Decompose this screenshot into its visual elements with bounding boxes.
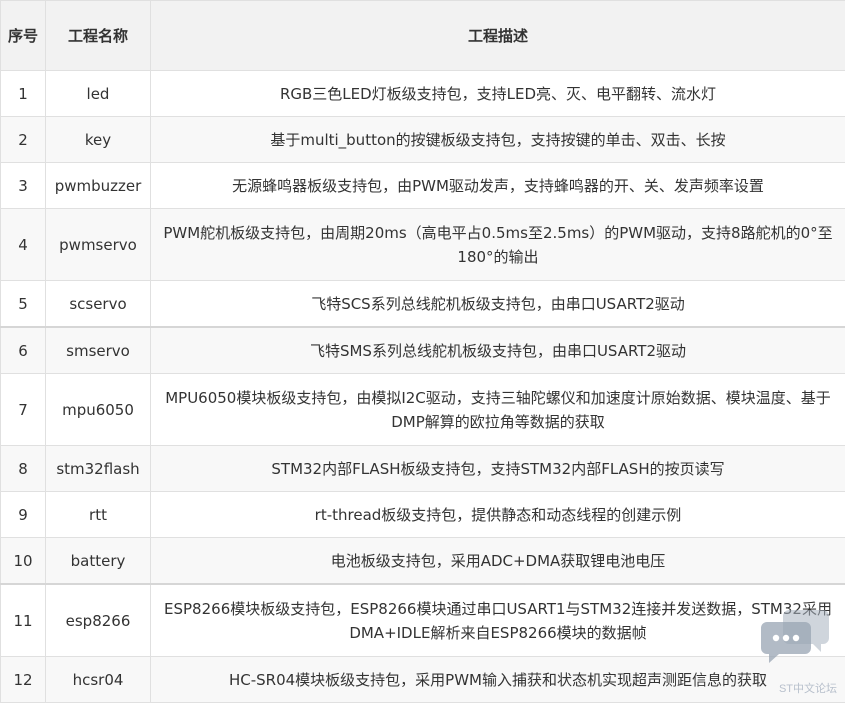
table-row: 6 smservo 飞特SMS系列总线舵机板级支持包，由串口USART2驱动 (1, 327, 845, 374)
project-name: battery (46, 538, 151, 585)
table-row: 2 key 基于multi_button的按键板级支持包，支持按键的单击、双击、… (1, 117, 845, 163)
table-row: 3 pwmbuzzer 无源蜂鸣器板级支持包，由PWM驱动发声，支持蜂鸣器的开、… (1, 163, 845, 209)
project-name: pwmbuzzer (46, 163, 151, 209)
table-row: 5 scservo 飞特SCS系列总线舵机板级支持包，由串口USART2驱动 (1, 281, 845, 328)
project-description: 飞特SCS系列总线舵机板级支持包，由串口USART2驱动 (151, 281, 845, 328)
project-description: 飞特SMS系列总线舵机板级支持包，由串口USART2驱动 (151, 327, 845, 374)
table-row: 12 hcsr04 HC-SR04模块板级支持包，采用PWM输入捕获和状态机实现… (1, 657, 845, 703)
table-row: 9 rtt rt-thread板级支持包，提供静态和动态线程的创建示例 (1, 492, 845, 538)
row-number: 10 (1, 538, 46, 585)
row-number: 7 (1, 374, 46, 446)
header-row: 序号 工程名称 工程描述 (1, 1, 845, 71)
project-name: pwmservo (46, 209, 151, 281)
project-description: RGB三色LED灯板级支持包，支持LED亮、灭、电平翻转、流水灯 (151, 71, 845, 117)
row-number: 9 (1, 492, 46, 538)
project-name: stm32flash (46, 446, 151, 492)
project-description: 无源蜂鸣器板级支持包，由PWM驱动发声，支持蜂鸣器的开、关、发声频率设置 (151, 163, 845, 209)
header-name: 工程名称 (46, 1, 151, 71)
table-row: 4 pwmservo PWM舵机板级支持包，由周期20ms（高电平占0.5ms至… (1, 209, 845, 281)
project-name: smservo (46, 327, 151, 374)
table-row: 10 battery 电池板级支持包，采用ADC+DMA获取锂电池电压 (1, 538, 845, 585)
row-number: 2 (1, 117, 46, 163)
table-row: 7 mpu6050 MPU6050模块板级支持包，由模拟I2C驱动，支持三轴陀螺… (1, 374, 845, 446)
table-row: 11 esp8266 ESP8266模块板级支持包，ESP8266模块通过串口U… (1, 584, 845, 657)
project-name: hcsr04 (46, 657, 151, 703)
project-name: scservo (46, 281, 151, 328)
project-description: 电池板级支持包，采用ADC+DMA获取锂电池电压 (151, 538, 845, 585)
row-number: 6 (1, 327, 46, 374)
project-name: mpu6050 (46, 374, 151, 446)
project-description: 基于multi_button的按键板级支持包，支持按键的单击、双击、长按 (151, 117, 845, 163)
project-description: MPU6050模块板级支持包，由模拟I2C驱动，支持三轴陀螺仪和加速度计原始数据… (151, 374, 845, 446)
project-name: led (46, 71, 151, 117)
project-description: rt-thread板级支持包，提供静态和动态线程的创建示例 (151, 492, 845, 538)
row-number: 11 (1, 584, 46, 657)
row-number: 12 (1, 657, 46, 703)
project-description: STM32内部FLASH板级支持包，支持STM32内部FLASH的按页读写 (151, 446, 845, 492)
project-name: rtt (46, 492, 151, 538)
row-number: 5 (1, 281, 46, 328)
row-number: 4 (1, 209, 46, 281)
row-number: 3 (1, 163, 46, 209)
project-table: 序号 工程名称 工程描述 1 led RGB三色LED灯板级支持包，支持LED亮… (0, 0, 845, 703)
table-row: 1 led RGB三色LED灯板级支持包，支持LED亮、灭、电平翻转、流水灯 (1, 71, 845, 117)
header-desc: 工程描述 (151, 1, 845, 71)
project-description: PWM舵机板级支持包，由周期20ms（高电平占0.5ms至2.5ms）的PWM驱… (151, 209, 845, 281)
project-description: ESP8266模块板级支持包，ESP8266模块通过串口USART1与STM32… (151, 584, 845, 657)
row-number: 1 (1, 71, 46, 117)
row-number: 8 (1, 446, 46, 492)
header-seq: 序号 (1, 1, 46, 71)
table-row: 8 stm32flash STM32内部FLASH板级支持包，支持STM32内部… (1, 446, 845, 492)
project-description: HC-SR04模块板级支持包，采用PWM输入捕获和状态机实现超声测距信息的获取 (151, 657, 845, 703)
project-name: key (46, 117, 151, 163)
project-name: esp8266 (46, 584, 151, 657)
